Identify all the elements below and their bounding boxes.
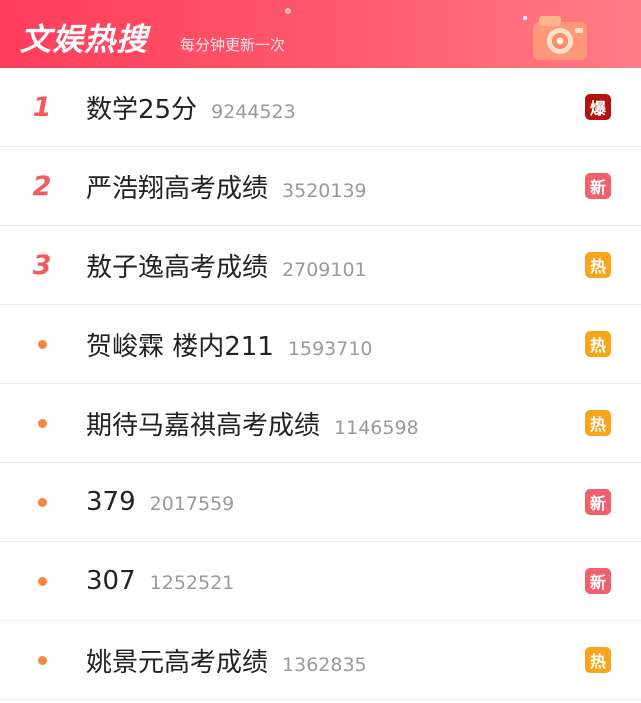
hot-search-list: 1 数学25分 9244523 爆 2 严浩翔高考成绩 3520139 新 3 … — [0, 68, 641, 700]
hot-search-item[interactable]: 姚景元高考成绩 1362835 热 — [0, 621, 641, 700]
hot-search-item[interactable]: 379 2017559 新 — [0, 463, 641, 542]
rank-dot-icon — [38, 497, 47, 507]
status-badge: 热 — [585, 647, 611, 673]
hot-search-item[interactable]: 贺峻霖 楼内211 1593710 热 — [0, 305, 641, 384]
heat-count: 1146598 — [334, 416, 419, 439]
rank-number: 1 — [32, 91, 52, 123]
hot-search-item[interactable]: 2 严浩翔高考成绩 3520139 新 — [0, 147, 641, 226]
heat-count: 1252521 — [149, 572, 235, 594]
rank-dot-icon — [38, 418, 47, 428]
hot-search-header: 文娱热搜 每分钟更新一次 — [0, 0, 641, 68]
topic-title: 期待马嘉祺高考成绩 — [86, 410, 321, 441]
hot-search-item[interactable]: 期待马嘉祺高考成绩 1146598 热 — [0, 384, 641, 463]
item-text: 姚景元高考成绩 1362835 — [86, 642, 367, 679]
item-text: 379 2017559 — [86, 487, 234, 517]
status-badge: 热 — [585, 252, 611, 278]
hot-search-item[interactable]: 307 1252521 新 — [0, 542, 641, 621]
status-badge: 新 — [585, 173, 611, 199]
rank-number: 2 — [32, 170, 52, 202]
item-text: 数学25分 9244523 — [86, 89, 296, 126]
rank-dot-icon — [38, 576, 47, 586]
rank-dot-icon — [38, 339, 47, 349]
topic-title: 379 — [86, 487, 136, 517]
topic-title: 数学25分 — [86, 94, 198, 125]
rank-number: 3 — [32, 249, 52, 281]
topic-title: 严浩翔高考成绩 — [86, 173, 269, 204]
item-text: 期待马嘉祺高考成绩 1146598 — [86, 405, 419, 442]
status-badge: 爆 — [585, 94, 611, 120]
topic-title: 敖子逸高考成绩 — [86, 252, 269, 283]
item-text: 307 1252521 — [86, 566, 234, 596]
decorative-dot — [285, 8, 291, 14]
topic-title: 307 — [86, 566, 136, 596]
item-text: 贺峻霖 楼内211 1593710 — [86, 326, 373, 363]
topic-title: 贺峻霖 楼内211 — [86, 331, 274, 362]
status-badge: 热 — [585, 410, 611, 436]
status-badge: 新 — [585, 489, 611, 515]
heat-count: 9244523 — [211, 100, 296, 123]
update-frequency-label: 每分钟更新一次 — [180, 36, 286, 54]
page-title: 文娱热搜 — [20, 22, 148, 58]
heat-count: 1593710 — [287, 337, 373, 360]
status-badge: 新 — [585, 568, 611, 594]
heat-count: 2017559 — [149, 493, 235, 515]
heat-count: 1362835 — [282, 653, 367, 676]
item-text: 敖子逸高考成绩 2709101 — [86, 247, 367, 284]
topic-title: 姚景元高考成绩 — [86, 647, 269, 678]
camera-icon — [519, 6, 599, 68]
heat-count: 3520139 — [282, 179, 367, 202]
rank-dot-icon — [38, 655, 47, 665]
item-text: 严浩翔高考成绩 3520139 — [86, 168, 367, 205]
hot-search-item[interactable]: 3 敖子逸高考成绩 2709101 热 — [0, 226, 641, 305]
status-badge: 热 — [585, 331, 611, 357]
heat-count: 2709101 — [282, 258, 367, 281]
hot-search-item[interactable]: 1 数学25分 9244523 爆 — [0, 68, 641, 147]
